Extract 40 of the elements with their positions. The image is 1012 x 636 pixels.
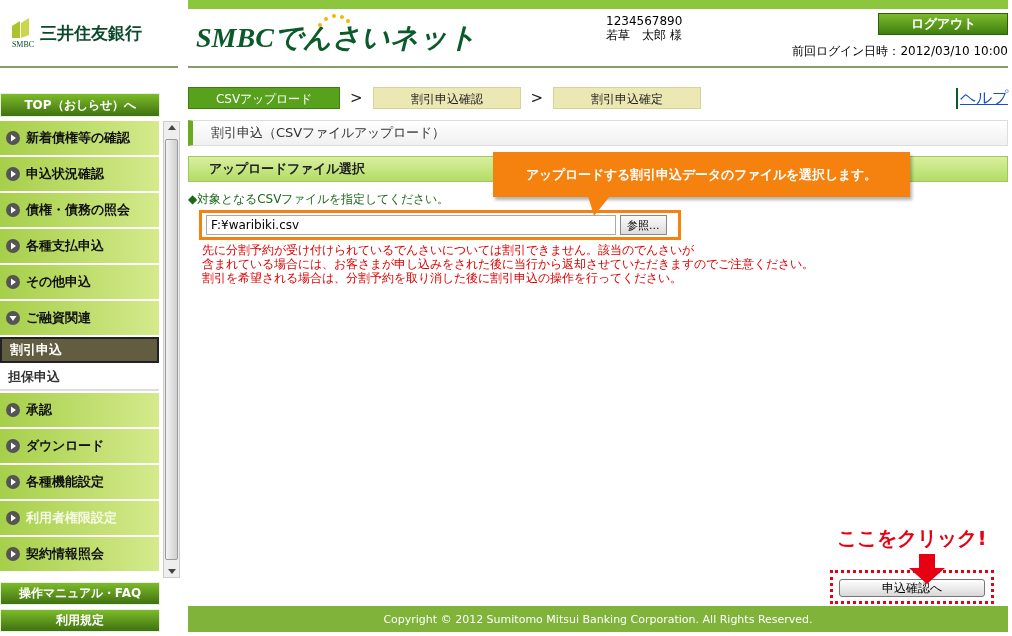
menu-item[interactable]: 各種支払申込 [0, 229, 160, 263]
sidebar-button[interactable]: 操作マニュアル・FAQ [0, 582, 160, 605]
menu-item[interactable]: 新着債権等の確認 [0, 121, 160, 155]
user-name: 若草 太郎 様 [606, 28, 683, 42]
page-title: 割引申込（CSVファイルアップロード） [188, 120, 1008, 146]
warning-text: 先に分割予約が受け付けられているでんさいについては割引できません。該当のでんさいが [202, 243, 695, 257]
step-separator: > [349, 89, 364, 107]
help-link[interactable]: ヘルプ [956, 87, 1008, 109]
menu-item[interactable]: ご融資関連 [0, 301, 160, 335]
scroll-up-icon[interactable] [167, 125, 176, 130]
menu-item[interactable]: ダウンロード [0, 429, 160, 463]
warning-text: 含まれている場合には、お客さまが申し込みをされた後に当行から返却させていただきますのでご注意ください。 [202, 257, 815, 271]
file-path-field[interactable]: F:¥waribiki.csv [206, 215, 616, 235]
bank-mark-text: SMBC [11, 39, 35, 49]
bank-name: 三井住友銀行 [40, 21, 142, 45]
menu-item[interactable]: 承認 [0, 393, 160, 427]
click-hint: ここをクリック! [837, 525, 987, 552]
sidebar-button[interactable]: 利用規定 [0, 609, 160, 632]
scrollbar[interactable] [163, 121, 180, 578]
step-indicator: CSVアップロード [188, 87, 340, 109]
step-indicator: 割引申込確定 [553, 87, 702, 109]
copyright-text: Copyright © 2012 Sumitomo Mitsui Banking Corporation. All Rights Reserved. [383, 612, 813, 626]
submenu-item[interactable]: 割引申込 [0, 337, 160, 363]
warning-text: 割引を希望される場合は、分割予約を取り消した後に割引申込の操作を行ってください。 [202, 271, 683, 285]
instruction-text: ◆対象となるCSVファイルを指定してください。 [188, 191, 450, 208]
menu-item[interactable]: 申込状況確認 [0, 157, 160, 191]
scroll-down-icon[interactable] [167, 569, 176, 574]
menu-item[interactable]: 各種機能設定 [0, 465, 160, 499]
callout: アップロードする割引申込データのファイルを選択します。 [493, 152, 910, 197]
menu-item[interactable]: 債権・債務の照会 [0, 193, 160, 227]
browse-button[interactable]: 参照... [620, 215, 667, 235]
submit-button[interactable]: 申込確認へ [839, 579, 985, 597]
step-separator: > [529, 89, 545, 107]
menu-item[interactable]: その他申込 [0, 265, 160, 299]
service-logo: SMBCでんさいネット [188, 9, 606, 57]
account-number: 1234567890 [606, 14, 684, 28]
menu-item[interactable]: 契約情報照会 [0, 537, 160, 571]
step-indicator: 割引申込確認 [372, 87, 521, 109]
last-login: 前回ログイン日時：2012/03/10 10:00 [792, 43, 1008, 60]
top-button[interactable]: TOP（おしらせ）へ [0, 93, 160, 117]
